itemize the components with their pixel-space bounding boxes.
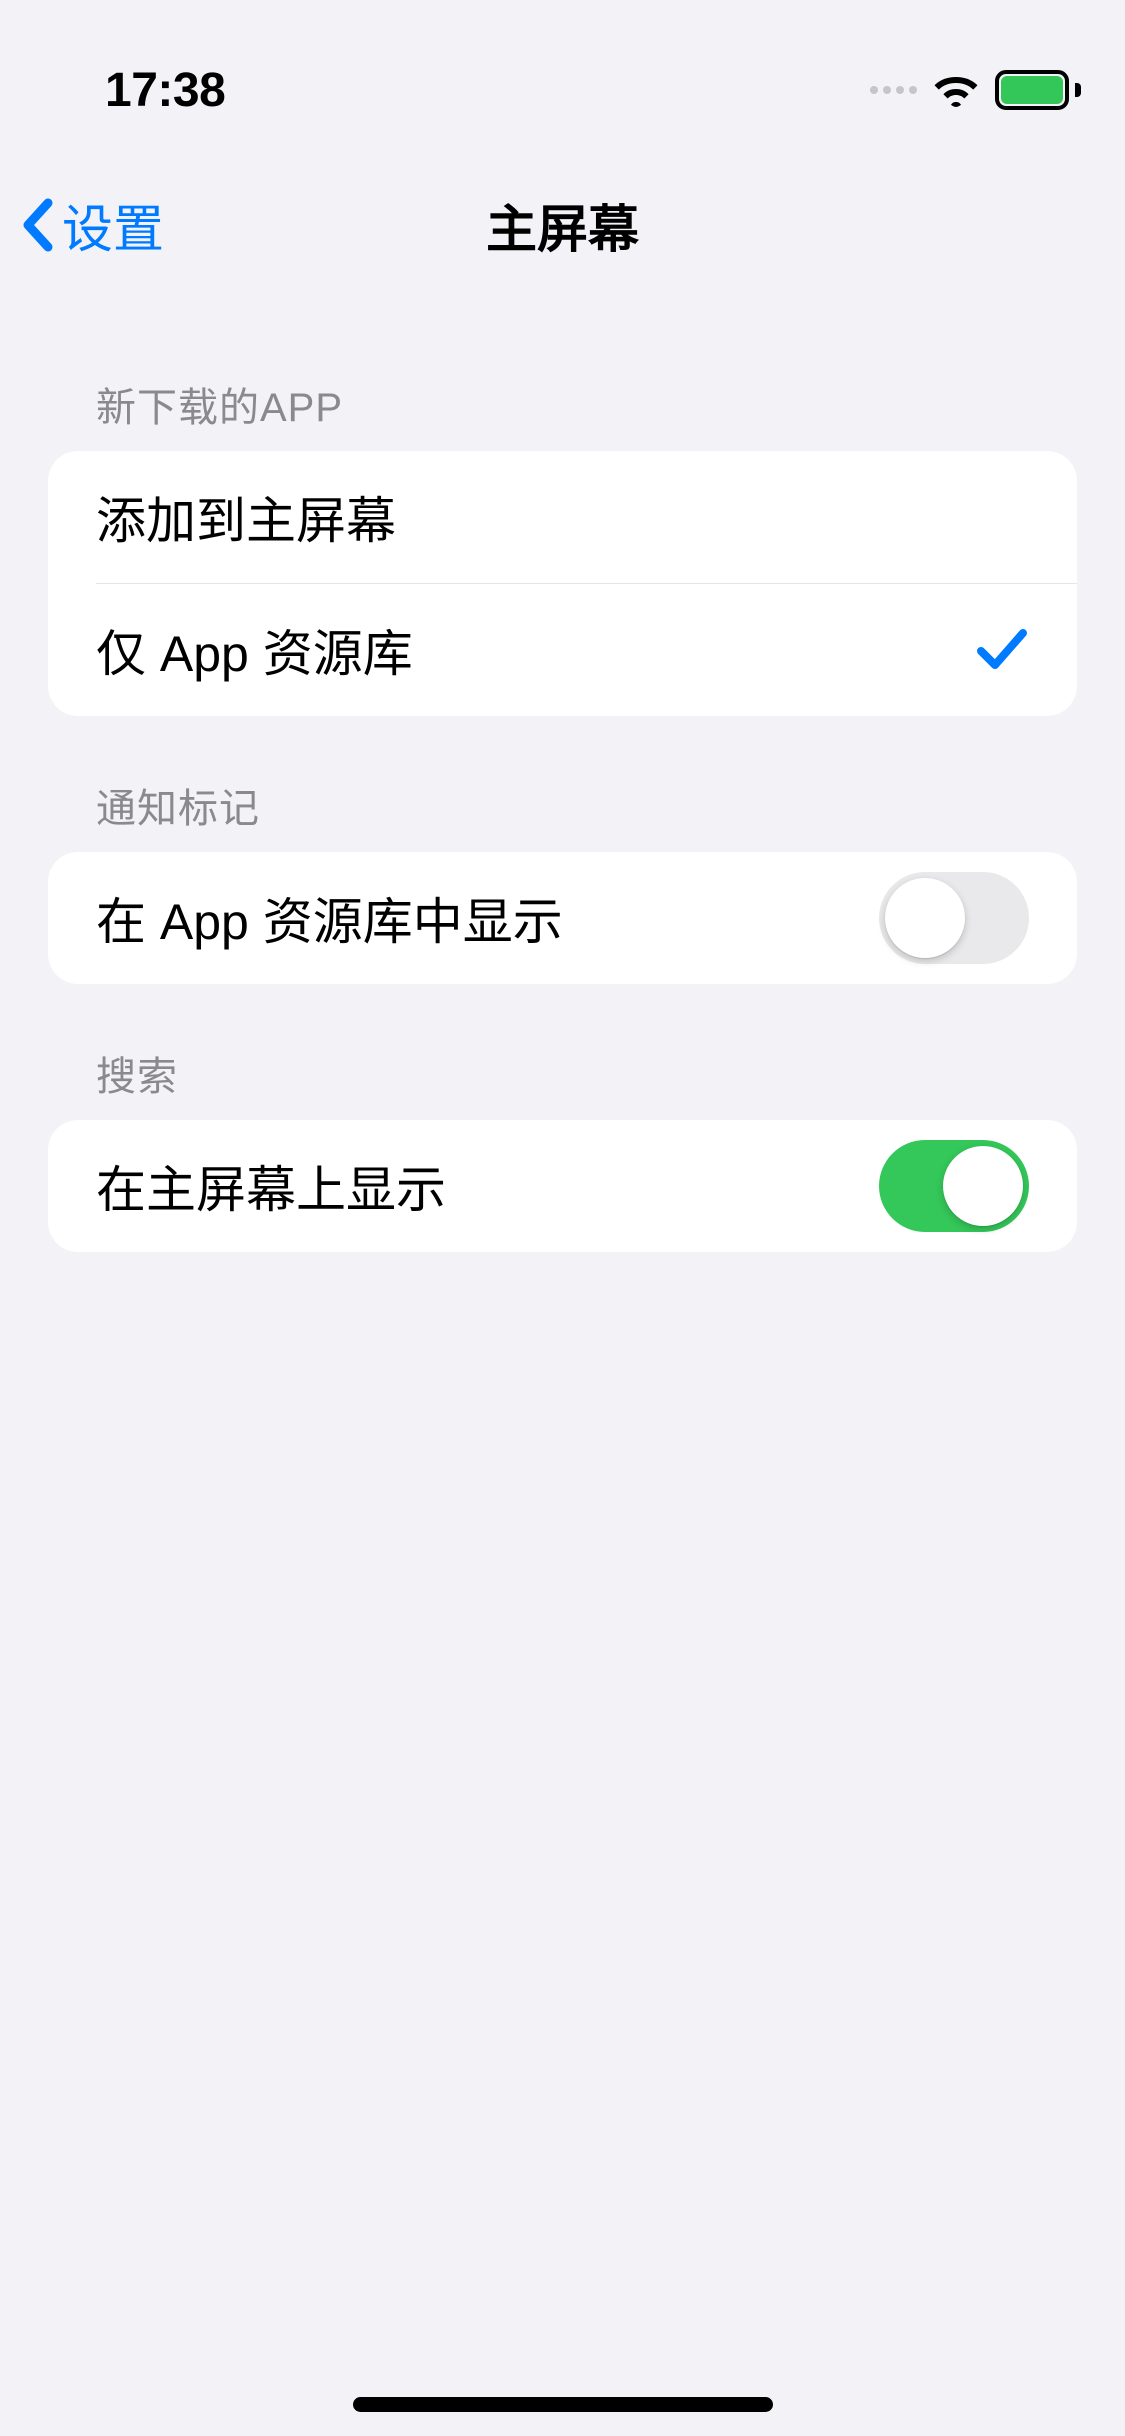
back-button[interactable]: 设置 (20, 188, 164, 262)
toggle-label: 在主屏幕上显示 (96, 1150, 446, 1222)
content: 新下载的APP 添加到主屏幕 仅 App 资源库 通知标记 在 App 资源库中… (0, 310, 1125, 1252)
status-bar: 17:38 (0, 0, 1125, 140)
section-header-search: 搜索 (0, 984, 1125, 1120)
group-newly-downloaded: 添加到主屏幕 仅 App 资源库 (48, 451, 1077, 716)
option-app-library-only[interactable]: 仅 App 资源库 (48, 584, 1077, 716)
status-indicators (870, 70, 1075, 110)
option-label: 仅 App 资源库 (96, 614, 413, 686)
navigation-bar: 设置 主屏幕 (0, 160, 1125, 290)
section-header-newly-downloaded: 新下载的APP (0, 310, 1125, 451)
checkmark-icon (975, 625, 1029, 675)
home-indicator[interactable] (353, 2397, 773, 2412)
chevron-left-icon (20, 195, 56, 255)
row-show-on-home-screen: 在主屏幕上显示 (48, 1120, 1077, 1252)
cellular-dots-icon (870, 86, 917, 94)
option-add-to-home-screen[interactable]: 添加到主屏幕 (48, 451, 1077, 583)
back-label: 设置 (62, 188, 164, 262)
toggle-label: 在 App 资源库中显示 (96, 882, 563, 954)
group-search: 在主屏幕上显示 (48, 1120, 1077, 1252)
section-header-notification-badges: 通知标记 (0, 716, 1125, 852)
toggle-show-in-app-library[interactable] (879, 872, 1029, 964)
page-title: 主屏幕 (0, 188, 1125, 262)
toggle-show-on-home-screen[interactable] (879, 1140, 1029, 1232)
battery-icon (995, 70, 1075, 110)
wifi-icon (931, 71, 981, 109)
option-label: 添加到主屏幕 (96, 481, 396, 553)
row-show-in-app-library: 在 App 资源库中显示 (48, 852, 1077, 984)
status-time: 17:38 (105, 63, 225, 118)
group-notification-badges: 在 App 资源库中显示 (48, 852, 1077, 984)
